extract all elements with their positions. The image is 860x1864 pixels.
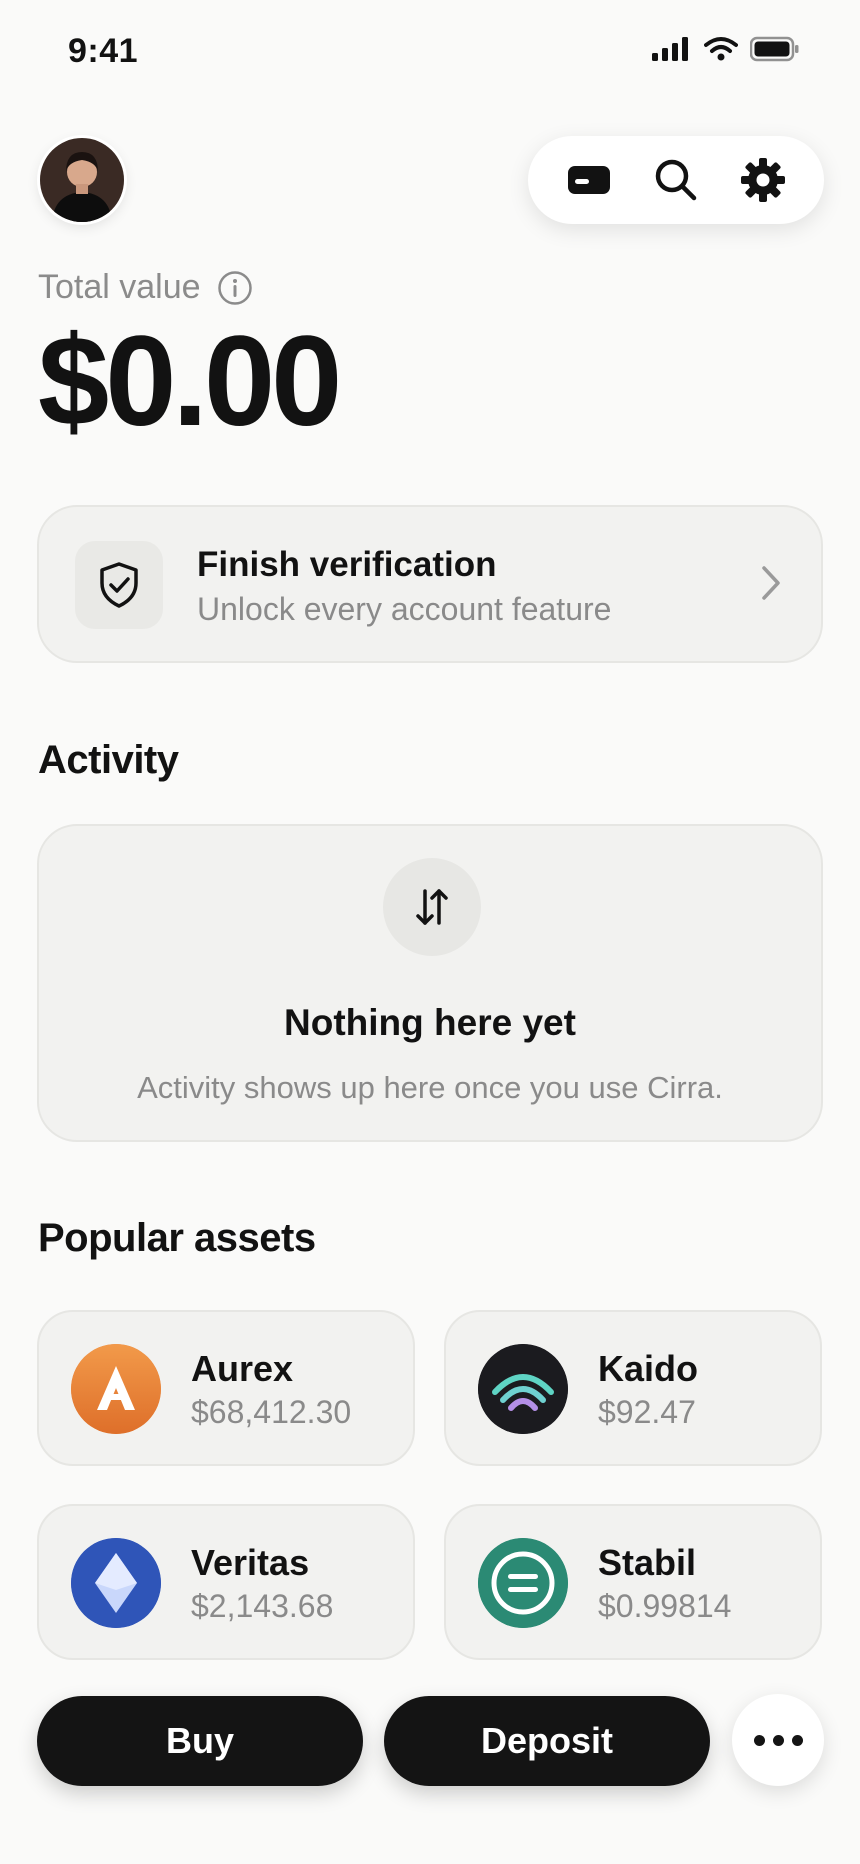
settings-button[interactable] xyxy=(731,148,795,212)
search-button[interactable] xyxy=(644,148,708,212)
card-icon xyxy=(568,166,611,194)
total-value-label: Total value xyxy=(38,268,253,307)
battery-icon xyxy=(750,36,799,62)
total-value-text: Total value xyxy=(38,268,201,306)
asset-name: Stabil xyxy=(598,1542,697,1583)
cellular-signal-icon xyxy=(652,37,688,61)
asset-card-aurex[interactable]: Aurex $68,412.30 xyxy=(37,1310,415,1466)
asset-card-kaido[interactable]: Kaido $92.47 xyxy=(444,1310,822,1466)
total-value-amount: $0.00 xyxy=(38,310,342,453)
kaido-logo xyxy=(478,1344,568,1434)
chevron-right-icon xyxy=(762,566,780,600)
asset-name: Veritas xyxy=(191,1542,310,1583)
veritas-logo xyxy=(71,1538,161,1628)
deposit-button[interactable]: Deposit xyxy=(384,1696,710,1786)
status-time: 9:41 xyxy=(68,32,139,70)
stabil-logo xyxy=(478,1538,568,1628)
wifi-icon xyxy=(704,37,738,61)
more-dots-icon xyxy=(753,1734,765,1746)
aurex-icon xyxy=(71,1344,161,1434)
activity-empty-subtitle: Activity shows up here once you use Cirr… xyxy=(137,1070,723,1105)
shield-check-icon xyxy=(100,562,138,608)
asset-card-stabil[interactable]: Stabil $0.99814 xyxy=(444,1504,822,1660)
more-dot xyxy=(791,1734,803,1746)
activity-empty-title: Nothing here yet xyxy=(284,1002,576,1043)
swap-arrows-icon xyxy=(416,889,448,925)
stabil-icon xyxy=(478,1538,568,1628)
header-toolbar xyxy=(528,136,824,224)
verification-title: Finish verification xyxy=(197,545,497,584)
buy-button[interactable]: Buy xyxy=(37,1696,363,1786)
activity-empty-card: Nothing here yet Activity shows up here … xyxy=(37,824,823,1142)
avatar-image xyxy=(40,138,124,222)
user-avatar[interactable] xyxy=(40,138,124,222)
veritas-icon xyxy=(71,1538,161,1628)
aurex-logo xyxy=(71,1344,161,1434)
kaido-icon xyxy=(478,1344,568,1434)
asset-card-veritas[interactable]: Veritas $2,143.68 xyxy=(37,1504,415,1660)
asset-name: Kaido xyxy=(598,1348,699,1389)
finish-verification-card[interactable]: Finish verification Unlock every account… xyxy=(37,505,823,663)
gear-icon xyxy=(740,158,785,202)
asset-name: Aurex xyxy=(191,1348,294,1389)
more-button[interactable] xyxy=(732,1694,824,1786)
asset-price: $68,412.30 xyxy=(191,1394,352,1430)
asset-price: $2,143.68 xyxy=(191,1588,334,1624)
asset-price: $92.47 xyxy=(598,1394,696,1430)
activity-icon-circle xyxy=(383,858,481,956)
search-icon xyxy=(655,159,697,201)
activity-heading: Activity xyxy=(38,738,179,782)
asset-price: $0.99814 xyxy=(598,1588,732,1624)
info-icon[interactable] xyxy=(217,270,253,306)
more-dot xyxy=(772,1734,784,1746)
popular-assets-heading: Popular assets xyxy=(38,1216,316,1260)
status-icons xyxy=(652,36,800,62)
verification-icon-box xyxy=(75,541,163,629)
card-button[interactable] xyxy=(557,148,621,212)
verification-subtitle: Unlock every account feature xyxy=(197,591,612,627)
